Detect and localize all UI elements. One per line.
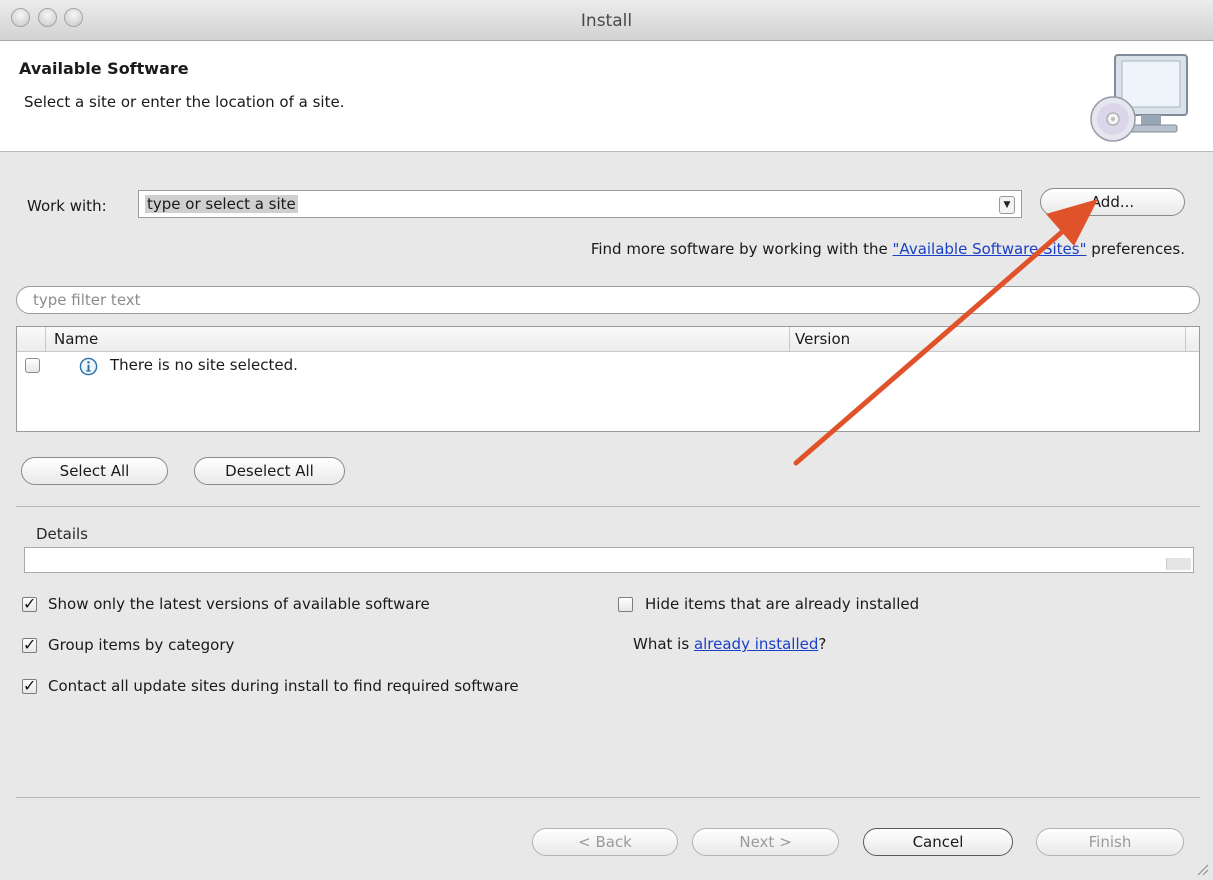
contact-sites-checkbox[interactable]: ✓ [22,678,37,694]
chevron-down-icon[interactable]: ▼ [999,196,1015,214]
show-latest-checkbox[interactable]: ✓ [22,596,37,612]
divider [16,506,1200,507]
what-is-prefix: What is [633,635,694,653]
column-header-version[interactable]: Version [795,330,850,348]
details-scrollbar[interactable] [1166,558,1191,570]
window-title: Install [580,11,633,31]
find-more-text: Find more software by working with the "… [591,240,1185,258]
column-divider [1185,327,1186,351]
hide-installed-label[interactable]: Hide items that are already installed [645,595,919,613]
install-window: Install Available Software Select a site… [0,0,1213,880]
contact-sites-label[interactable]: Contact all update sites during install … [48,677,519,695]
column-header-name[interactable]: Name [54,330,98,348]
find-more-prefix: Find more software by working with the [590,240,893,258]
info-icon [79,357,98,376]
hide-installed-checkbox[interactable] [618,597,633,612]
available-software-sites-link[interactable]: "Available Software Sites" [893,240,1087,258]
filter-placeholder[interactable]: type filter text [33,291,141,309]
software-table[interactable]: Name Version There is no site selected. [16,326,1200,432]
table-header: Name Version [17,327,1199,352]
back-button[interactable]: < Back [532,828,678,856]
row-checkbox[interactable] [25,358,40,373]
work-with-value[interactable]: type or select a site [145,195,298,213]
select-all-button[interactable]: Select All [21,457,168,485]
computer-cd-icon [1090,54,1188,142]
table-row-name: There is no site selected. [110,356,298,374]
work-with-label: Work with: [27,197,107,215]
what-is-suffix: ? [818,635,827,653]
details-area[interactable] [24,547,1194,573]
group-by-category-checkbox[interactable]: ✓ [22,637,37,653]
resize-grip-icon[interactable] [1193,860,1209,876]
add-site-button[interactable]: Add... [1040,188,1185,216]
column-divider[interactable] [789,327,790,351]
cancel-button[interactable]: Cancel [863,828,1013,856]
wizard-banner: Available Software Select a site or ente… [0,41,1213,152]
group-by-category-label[interactable]: Group items by category [48,636,234,654]
title-bar[interactable]: Install [0,0,1213,41]
column-divider [45,327,46,351]
find-more-suffix: preferences. [1086,240,1185,258]
show-latest-label[interactable]: Show only the latest versions of availab… [48,595,430,613]
what-is-installed-text: What is already installed? [633,635,826,653]
next-button[interactable]: Next > [692,828,839,856]
work-with-combo[interactable]: type or select a site ▼ [138,190,1022,218]
deselect-all-button[interactable]: Deselect All [194,457,345,485]
page-subtitle: Select a site or enter the location of a… [24,93,345,111]
already-installed-link[interactable]: already installed [694,635,818,653]
page-title: Available Software [19,59,189,78]
finish-button[interactable]: Finish [1036,828,1184,856]
divider [16,797,1200,798]
filter-input[interactable]: type filter text [16,286,1200,314]
details-label: Details [36,525,89,543]
